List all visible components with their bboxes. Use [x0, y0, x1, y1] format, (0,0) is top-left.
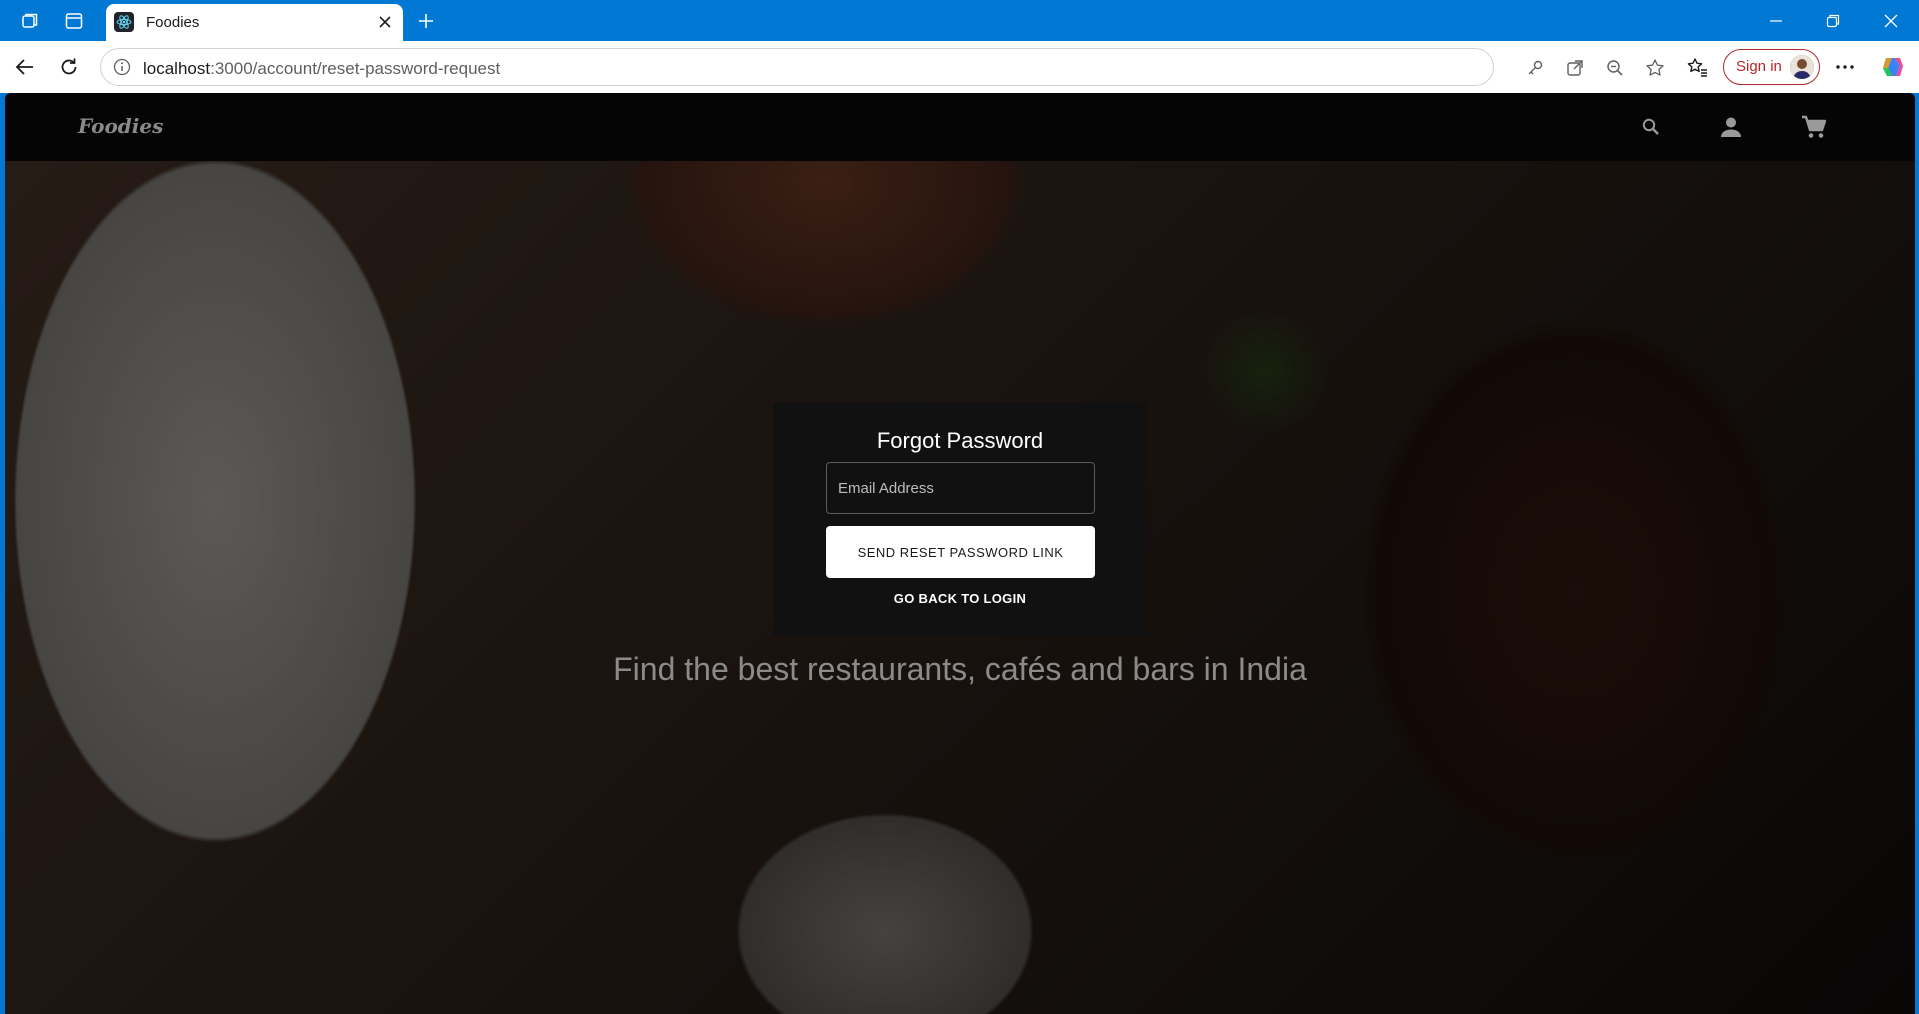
tab-title: Foodies: [146, 14, 200, 31]
email-field[interactable]: [826, 462, 1095, 514]
browser-titlebar: Foodies: [0, 0, 1919, 41]
browser-toolbar: localhost:3000/account/reset-password-re…: [0, 41, 1919, 93]
url-path: :3000/account/reset-password-request: [210, 59, 501, 78]
workspaces-icon[interactable]: [16, 8, 44, 34]
cart-icon[interactable]: [1798, 111, 1830, 143]
hero-tagline: Find the best restaurants, cafés and bar…: [613, 651, 1307, 687]
close-window-icon[interactable]: [1868, 6, 1914, 36]
page-viewport: Foodies Find the best restaurants, cafés…: [5, 93, 1915, 1014]
react-icon: [114, 12, 134, 32]
copilot-icon[interactable]: [1877, 51, 1909, 83]
more-options-icon[interactable]: [1829, 51, 1861, 83]
sign-in-button[interactable]: Sign in: [1723, 49, 1820, 85]
app-header: Foodies: [5, 93, 1915, 161]
forgot-password-card: Forgot Password SEND RESET PASSWORD LINK…: [773, 402, 1147, 636]
close-tab-icon[interactable]: [375, 12, 395, 32]
restore-icon[interactable]: [1810, 6, 1856, 36]
email-input[interactable]: [838, 477, 1083, 499]
new-tab-icon[interactable]: [412, 8, 440, 34]
vertical-tabs-icon[interactable]: [60, 8, 88, 34]
send-reset-link-button[interactable]: SEND RESET PASSWORD LINK: [826, 526, 1095, 578]
key-icon[interactable]: [1524, 57, 1546, 79]
card-title: Forgot Password: [876, 428, 1044, 453]
favorite-star-icon[interactable]: [1644, 57, 1666, 79]
search-icon[interactable]: [1635, 111, 1667, 143]
refresh-icon[interactable]: [53, 51, 85, 83]
favorites-icon[interactable]: [1681, 51, 1713, 83]
minimize-icon[interactable]: [1753, 6, 1799, 36]
open-in-app-icon[interactable]: [1564, 57, 1586, 79]
sign-in-label: Sign in: [1736, 58, 1782, 75]
browser-tab-active[interactable]: Foodies: [106, 4, 403, 41]
address-bar[interactable]: localhost:3000/account/reset-password-re…: [100, 48, 1664, 86]
back-to-login-link[interactable]: GO BACK TO LOGIN: [773, 591, 1147, 606]
back-icon[interactable]: [9, 51, 41, 83]
url-host: localhost: [143, 59, 211, 78]
url-text[interactable]: localhost:3000/account/reset-password-re…: [143, 59, 500, 79]
foodies-logo[interactable]: Foodies: [78, 114, 163, 138]
account-icon[interactable]: [1715, 111, 1747, 143]
zoom-out-icon[interactable]: [1604, 57, 1626, 79]
hero-background-image: Find the best restaurants, cafés and bar…: [5, 161, 1915, 1014]
profile-avatar: [1790, 55, 1814, 79]
site-info-icon[interactable]: [113, 58, 131, 76]
